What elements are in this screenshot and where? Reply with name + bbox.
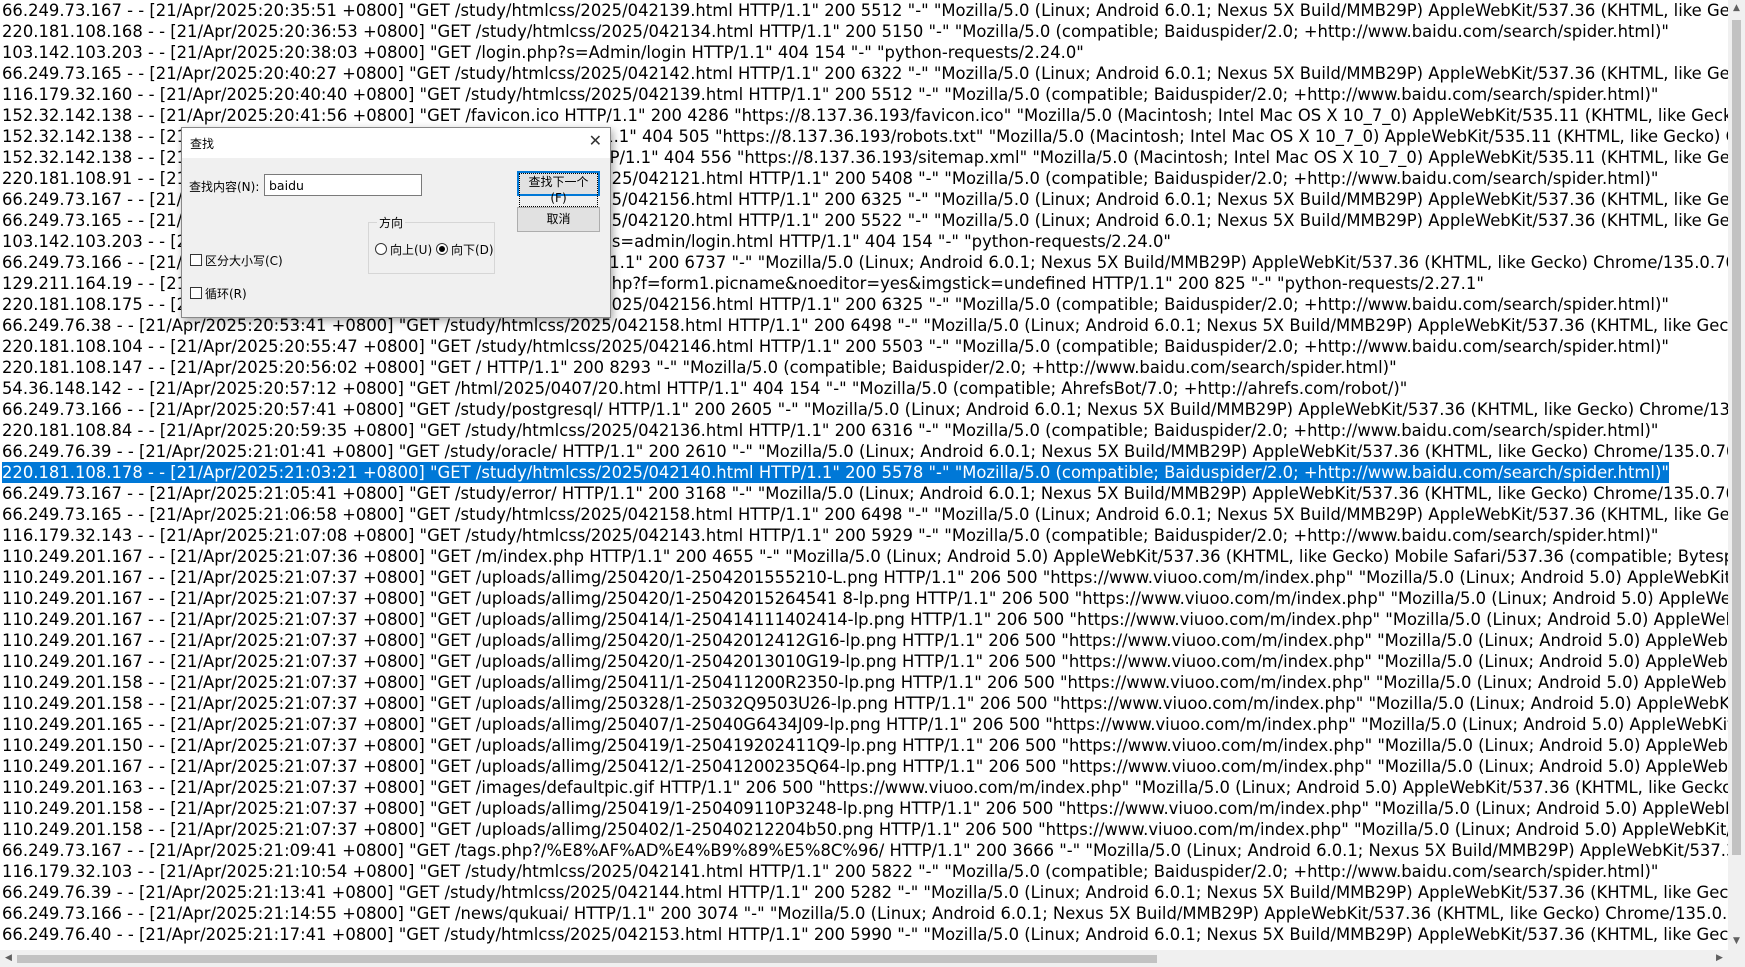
dialog-title: 查找: [190, 137, 215, 151]
direction-up-label[interactable]: 向上(U): [390, 241, 432, 258]
match-case-label[interactable]: 区分大小写(C): [205, 252, 283, 269]
log-line[interactable]: 110.249.201.158 - - [21/Apr/2025:21:07:3…: [2, 672, 1728, 693]
log-line[interactable]: 110.249.201.158 - - [21/Apr/2025:21:07:3…: [2, 819, 1728, 840]
log-line[interactable]: 220.181.108.168 - - [21/Apr/2025:20:36:5…: [2, 21, 1669, 42]
log-line[interactable]: 66.249.73.165 - - [21/Apr/2025:21:06:58 …: [2, 504, 1728, 525]
log-line[interactable]: 110.249.201.167 - - [21/Apr/2025:21:07:3…: [2, 567, 1728, 588]
find-next-label: 查找下一个(F): [519, 173, 598, 207]
find-input[interactable]: [264, 174, 422, 196]
log-line[interactable]: 110.249.201.158 - - [21/Apr/2025:21:07:3…: [2, 798, 1728, 819]
log-line[interactable]: 66.249.73.166 - - [21/Apr/2025:21:14:55 …: [2, 903, 1728, 924]
log-line[interactable]: 66.249.76.40 - - [21/Apr/2025:21:17:41 +…: [2, 924, 1728, 945]
log-line[interactable]: 66.249.73.167 - - [21/Apr/2025:20:35:51 …: [2, 0, 1728, 21]
log-line[interactable]: 152.32.142.138 - - [21/Apr/2025:20:41:56…: [2, 105, 1728, 126]
log-line[interactable]: 54.36.148.142 - - [21/Apr/2025:20:57:12 …: [2, 378, 1407, 399]
find-next-button[interactable]: 查找下一个(F): [517, 171, 600, 207]
match-case-checkbox[interactable]: [190, 254, 202, 266]
log-line[interactable]: 110.249.201.167 - - [21/Apr/2025:21:07:3…: [2, 630, 1728, 651]
dialog-titlebar[interactable]: 查找 ✕: [182, 128, 610, 158]
log-line[interactable]: 66.249.76.39 - - [21/Apr/2025:21:01:41 +…: [2, 441, 1728, 462]
vertical-scroll-thumb[interactable]: [1732, 20, 1741, 855]
log-line[interactable]: 66.249.73.167 - - [21/Apr/2025:21:05:41 …: [2, 483, 1728, 504]
cancel-button[interactable]: 取消: [517, 207, 600, 232]
scrollbar-corner: [1728, 950, 1745, 967]
log-line[interactable]: 66.249.73.167 - - [21/Apr/2025:21:09:41 …: [2, 840, 1728, 861]
log-line[interactable]: 110.249.201.167 - - [21/Apr/2025:21:07:3…: [2, 588, 1728, 609]
close-icon[interactable]: ✕: [589, 131, 602, 150]
log-line[interactable]: 116.179.32.160 - - [21/Apr/2025:20:40:40…: [2, 84, 1658, 105]
selected-log-line[interactable]: 220.181.108.178 - - [21/Apr/2025:21:03:2…: [2, 462, 1669, 483]
horizontal-scroll-thumb[interactable]: [17, 955, 1157, 963]
log-line[interactable]: 110.249.201.165 - - [21/Apr/2025:21:07:3…: [2, 714, 1728, 735]
log-line[interactable]: 103.142.103.203 - - [21/Apr/2025:20:38:0…: [2, 42, 1084, 63]
log-line[interactable]: 110.249.201.167 - - [21/Apr/2025:21:07:3…: [2, 546, 1728, 567]
find-dialog: 查找 ✕ 查找内容(N): 查找下一个(F) 取消 方向 向上(U) 向下(D)…: [181, 127, 611, 318]
log-line[interactable]: 220.181.108.84 - - [21/Apr/2025:20:59:35…: [2, 420, 1658, 441]
log-line[interactable]: 110.249.201.158 - - [21/Apr/2025:21:07:3…: [2, 693, 1728, 714]
log-line[interactable]: 110.249.201.163 - - [21/Apr/2025:21:07:3…: [2, 777, 1728, 798]
horizontal-scrollbar[interactable]: ◀ ▶: [0, 950, 1728, 967]
chevron-up-icon[interactable]: ▲: [1728, 0, 1745, 17]
log-line[interactable]: 110.249.201.150 - - [21/Apr/2025:21:07:3…: [2, 735, 1728, 756]
log-line[interactable]: 220.181.108.147 - - [21/Apr/2025:20:56:0…: [2, 357, 1397, 378]
direction-up-radio[interactable]: [375, 243, 387, 255]
log-line[interactable]: 110.249.201.167 - - [21/Apr/2025:21:07:3…: [2, 756, 1728, 777]
wrap-label[interactable]: 循环(R): [205, 285, 247, 302]
direction-group: 方向 向上(U) 向下(D): [368, 214, 495, 274]
log-line[interactable]: 116.179.32.103 - - [21/Apr/2025:21:10:54…: [2, 861, 1658, 882]
chevron-right-icon[interactable]: ▶: [1711, 950, 1728, 967]
chevron-down-icon[interactable]: ▼: [1728, 933, 1745, 950]
log-line[interactable]: 66.249.73.166 - - [21/Apr/2025:20:57:41 …: [2, 399, 1728, 420]
log-line[interactable]: 220.181.108.104 - - [21/Apr/2025:20:55:4…: [2, 336, 1669, 357]
chevron-left-icon[interactable]: ◀: [0, 950, 17, 967]
direction-label: 方向: [377, 214, 406, 231]
log-line[interactable]: 66.249.76.38 - - [21/Apr/2025:20:53:41 +…: [2, 315, 1728, 336]
vertical-scrollbar[interactable]: ▲ ▼: [1728, 0, 1745, 950]
log-line[interactable]: 66.249.73.165 - - [21/Apr/2025:20:40:27 …: [2, 63, 1728, 84]
log-line[interactable]: 66.249.76.39 - - [21/Apr/2025:21:13:41 +…: [2, 882, 1728, 903]
direction-down-radio[interactable]: [436, 243, 448, 255]
direction-down-label[interactable]: 向下(D): [451, 241, 494, 258]
wrap-checkbox[interactable]: [190, 287, 202, 299]
log-line[interactable]: 110.249.201.167 - - [21/Apr/2025:21:07:3…: [2, 609, 1728, 630]
log-line[interactable]: 110.249.201.167 - - [21/Apr/2025:21:07:3…: [2, 651, 1728, 672]
log-line[interactable]: 116.179.32.143 - - [21/Apr/2025:21:07:08…: [2, 525, 1658, 546]
find-label: 查找内容(N):: [189, 180, 260, 194]
